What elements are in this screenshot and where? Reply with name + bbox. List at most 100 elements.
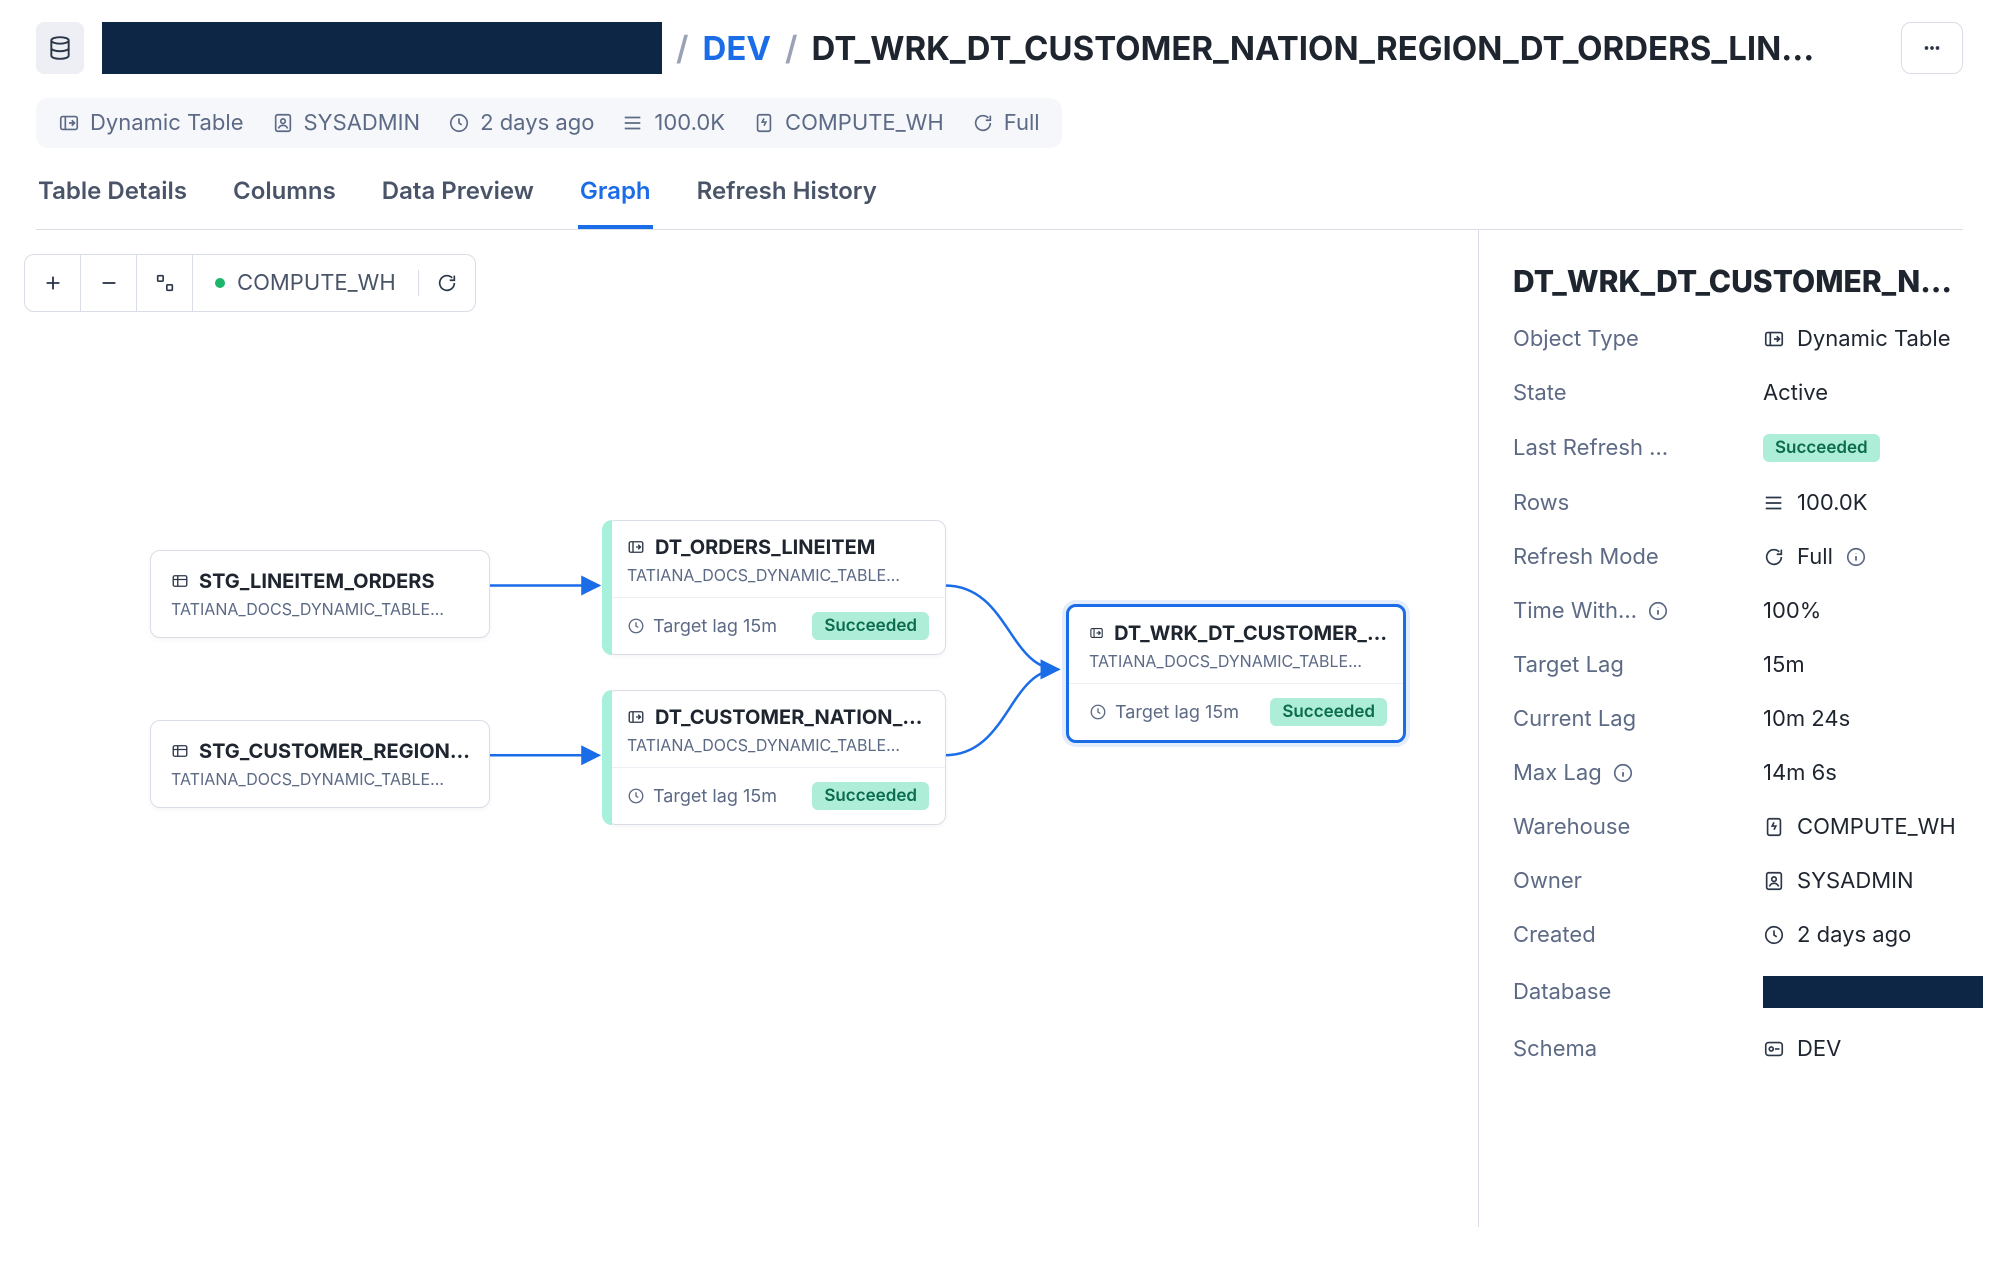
value-max-lag: 14m 6s <box>1763 760 1983 786</box>
owner-icon <box>272 112 294 134</box>
refresh-icon <box>1763 546 1785 568</box>
breadcrumb-current: DT_WRK_DT_CUSTOMER_NATION_REGION_DT_ORDE… <box>812 28 1815 68</box>
summary-type: Dynamic Table <box>58 110 244 136</box>
value-object-type-text: Dynamic Table <box>1797 326 1951 352</box>
label-created: Created <box>1513 922 1763 948</box>
node-title: STG_LINEITEM_ORDERS <box>199 569 435 593</box>
label-warehouse: Warehouse <box>1513 814 1763 840</box>
tab-data-preview[interactable]: Data Preview <box>380 176 536 229</box>
graph-node-dt-orders-lineitem[interactable]: DT_ORDERS_LINEITEM TATIANA_DOCS_DYNAMIC_… <box>606 520 946 655</box>
database-redacted <box>1763 976 1983 1008</box>
label-owner: Owner <box>1513 868 1763 894</box>
details-panel: DT_WRK_DT_CUSTOMER_NATI… Object Type Dyn… <box>1479 230 1999 1227</box>
value-state: Active <box>1763 380 1983 406</box>
graph-node-dt-wrk-customer[interactable]: DT_WRK_DT_CUSTOMER_… TATIANA_DOCS_DYNAMI… <box>1066 604 1406 743</box>
node-title: STG_CUSTOMER_REGION… <box>199 739 470 763</box>
more-actions-button[interactable] <box>1901 22 1963 74</box>
clock-icon <box>627 617 645 635</box>
graph-canvas[interactable]: COMPUTE_WH STG_LINEITEM_ORDERS T <box>0 230 1479 1227</box>
clock-icon <box>1763 924 1785 946</box>
node-lag: Target lag 15m <box>653 616 777 637</box>
owner-icon <box>1763 870 1785 892</box>
tab-table-details[interactable]: Table Details <box>36 176 189 229</box>
summary-refresh-mode: Full <box>972 110 1040 136</box>
status-badge: Succeeded <box>812 782 929 810</box>
dynamic-table-icon <box>1763 328 1785 350</box>
summary-rows: 100.0K <box>622 110 725 136</box>
tabs: Table Details Columns Data Preview Graph… <box>36 176 1963 230</box>
status-badge: Succeeded <box>1763 434 1880 462</box>
panel-title: DT_WRK_DT_CUSTOMER_NATI… <box>1513 264 1965 300</box>
summary-created: 2 days ago <box>448 110 594 136</box>
value-rows-text: 100.0K <box>1797 490 1868 516</box>
status-badge: Succeeded <box>1270 698 1387 726</box>
graph-node-stg-lineitem-orders[interactable]: STG_LINEITEM_ORDERS TATIANA_DOCS_DYNAMIC… <box>150 550 490 638</box>
object-summary-pill: Dynamic Table SYSADMIN 2 days ago 100.0K… <box>36 98 1062 148</box>
node-subtitle: TATIANA_DOCS_DYNAMIC_TABLE… <box>627 735 929 755</box>
label-refresh-mode: Refresh Mode <box>1513 544 1763 570</box>
breadcrumb: / DEV / DT_WRK_DT_CUSTOMER_NATION_REGION… <box>102 22 1883 74</box>
value-created-text: 2 days ago <box>1797 922 1911 948</box>
label-max-lag: Max Lag <box>1513 760 1763 786</box>
label-current-lag: Current Lag <box>1513 706 1763 732</box>
summary-rows-text: 100.0K <box>654 110 725 136</box>
page-header: / DEV / DT_WRK_DT_CUSTOMER_NATION_REGION… <box>0 0 1999 84</box>
value-last-refresh: Succeeded <box>1763 434 1983 462</box>
database-chip[interactable] <box>36 22 84 74</box>
node-subtitle: TATIANA_DOCS_DYNAMIC_TABLE… <box>171 769 473 789</box>
value-rows: 100.0K <box>1763 490 1983 516</box>
node-lag: Target lag 15m <box>653 786 777 807</box>
info-icon[interactable] <box>1845 546 1867 568</box>
breadcrumb-database-redacted[interactable] <box>102 22 662 74</box>
summary-warehouse: COMPUTE_WH <box>753 110 944 136</box>
dynamic-table-icon <box>58 112 80 134</box>
summary-warehouse-text: COMPUTE_WH <box>785 110 944 136</box>
info-icon[interactable] <box>1647 600 1669 622</box>
node-title: DT_WRK_DT_CUSTOMER_… <box>1114 621 1387 645</box>
node-lag: Target lag 15m <box>1115 702 1239 723</box>
tab-graph[interactable]: Graph <box>578 176 653 229</box>
label-time-within: Time With… <box>1513 598 1763 624</box>
value-warehouse-text: COMPUTE_WH <box>1797 814 1956 840</box>
value-owner: SYSADMIN <box>1763 868 1983 894</box>
node-subtitle: TATIANA_DOCS_DYNAMIC_TABLE… <box>1089 651 1387 671</box>
node-title: DT_CUSTOMER_NATION_… <box>655 705 922 729</box>
breadcrumb-schema-link[interactable]: DEV <box>703 28 772 68</box>
value-schema[interactable]: DEV <box>1763 1036 1983 1062</box>
schema-icon <box>1763 1038 1785 1060</box>
node-title: DT_ORDERS_LINEITEM <box>655 535 875 559</box>
more-icon <box>1921 37 1943 59</box>
summary-type-text: Dynamic Table <box>90 110 244 136</box>
database-icon <box>47 35 73 61</box>
node-subtitle: TATIANA_DOCS_DYNAMIC_TABLE… <box>627 565 929 585</box>
warehouse-icon <box>1763 816 1785 838</box>
status-badge: Succeeded <box>812 612 929 640</box>
rows-icon <box>1763 492 1785 514</box>
warehouse-icon <box>753 112 775 134</box>
tab-columns[interactable]: Columns <box>231 176 338 229</box>
value-target-lag: 15m <box>1763 652 1983 678</box>
breadcrumb-separator: / <box>785 28 798 68</box>
summary-refresh-mode-text: Full <box>1004 110 1040 136</box>
value-schema-text: DEV <box>1797 1036 1841 1062</box>
value-refresh-mode-text: Full <box>1797 544 1833 570</box>
dynamic-table-icon <box>627 708 645 726</box>
graph-node-stg-customer-region[interactable]: STG_CUSTOMER_REGION… TATIANA_DOCS_DYNAMI… <box>150 720 490 808</box>
dynamic-table-icon <box>627 538 645 556</box>
rows-icon <box>622 112 644 134</box>
graph-node-dt-customer-nation[interactable]: DT_CUSTOMER_NATION_… TATIANA_DOCS_DYNAMI… <box>606 690 946 825</box>
summary-owner-text: SYSADMIN <box>304 110 421 136</box>
tab-refresh-history[interactable]: Refresh History <box>695 176 879 229</box>
node-accent <box>602 690 612 825</box>
label-time-within-text: Time With… <box>1513 598 1637 624</box>
table-icon <box>171 572 189 590</box>
info-icon[interactable] <box>1612 762 1634 784</box>
clock-icon <box>1089 703 1107 721</box>
value-owner-text: SYSADMIN <box>1797 868 1914 894</box>
label-last-refresh: Last Refresh … <box>1513 435 1763 461</box>
clock-icon <box>448 112 470 134</box>
value-refresh-mode: Full <box>1763 544 1983 570</box>
label-state: State <box>1513 380 1763 406</box>
refresh-icon <box>972 112 994 134</box>
value-database[interactable] <box>1763 976 1983 1008</box>
